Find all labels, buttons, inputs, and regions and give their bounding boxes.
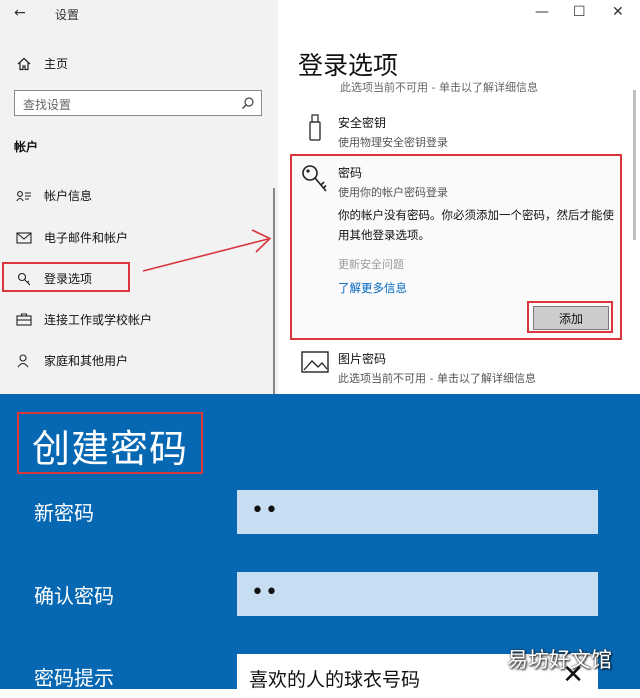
settings-window: ← 设置 — ☐ ✕ 主页 查找设置 帐户 帐户信息 电子邮件和帐户 登录选项 [0, 0, 640, 394]
confirm-password-label: 确认密码 [34, 584, 114, 608]
confirm-password-value: •• [251, 580, 279, 605]
new-password-label: 新密码 [34, 501, 94, 525]
new-password-field[interactable]: •• [237, 490, 598, 534]
password-hint-value: 喜欢的人的球衣号码 [249, 669, 421, 691]
confirm-password-field[interactable]: •• [237, 572, 598, 616]
watermark: 易坊好文馆 [507, 648, 612, 672]
title-highlight [17, 412, 203, 474]
new-password-value: •• [251, 498, 279, 523]
password-hint-label: 密码提示 [34, 666, 114, 690]
annotation-arrow [142, 229, 272, 272]
